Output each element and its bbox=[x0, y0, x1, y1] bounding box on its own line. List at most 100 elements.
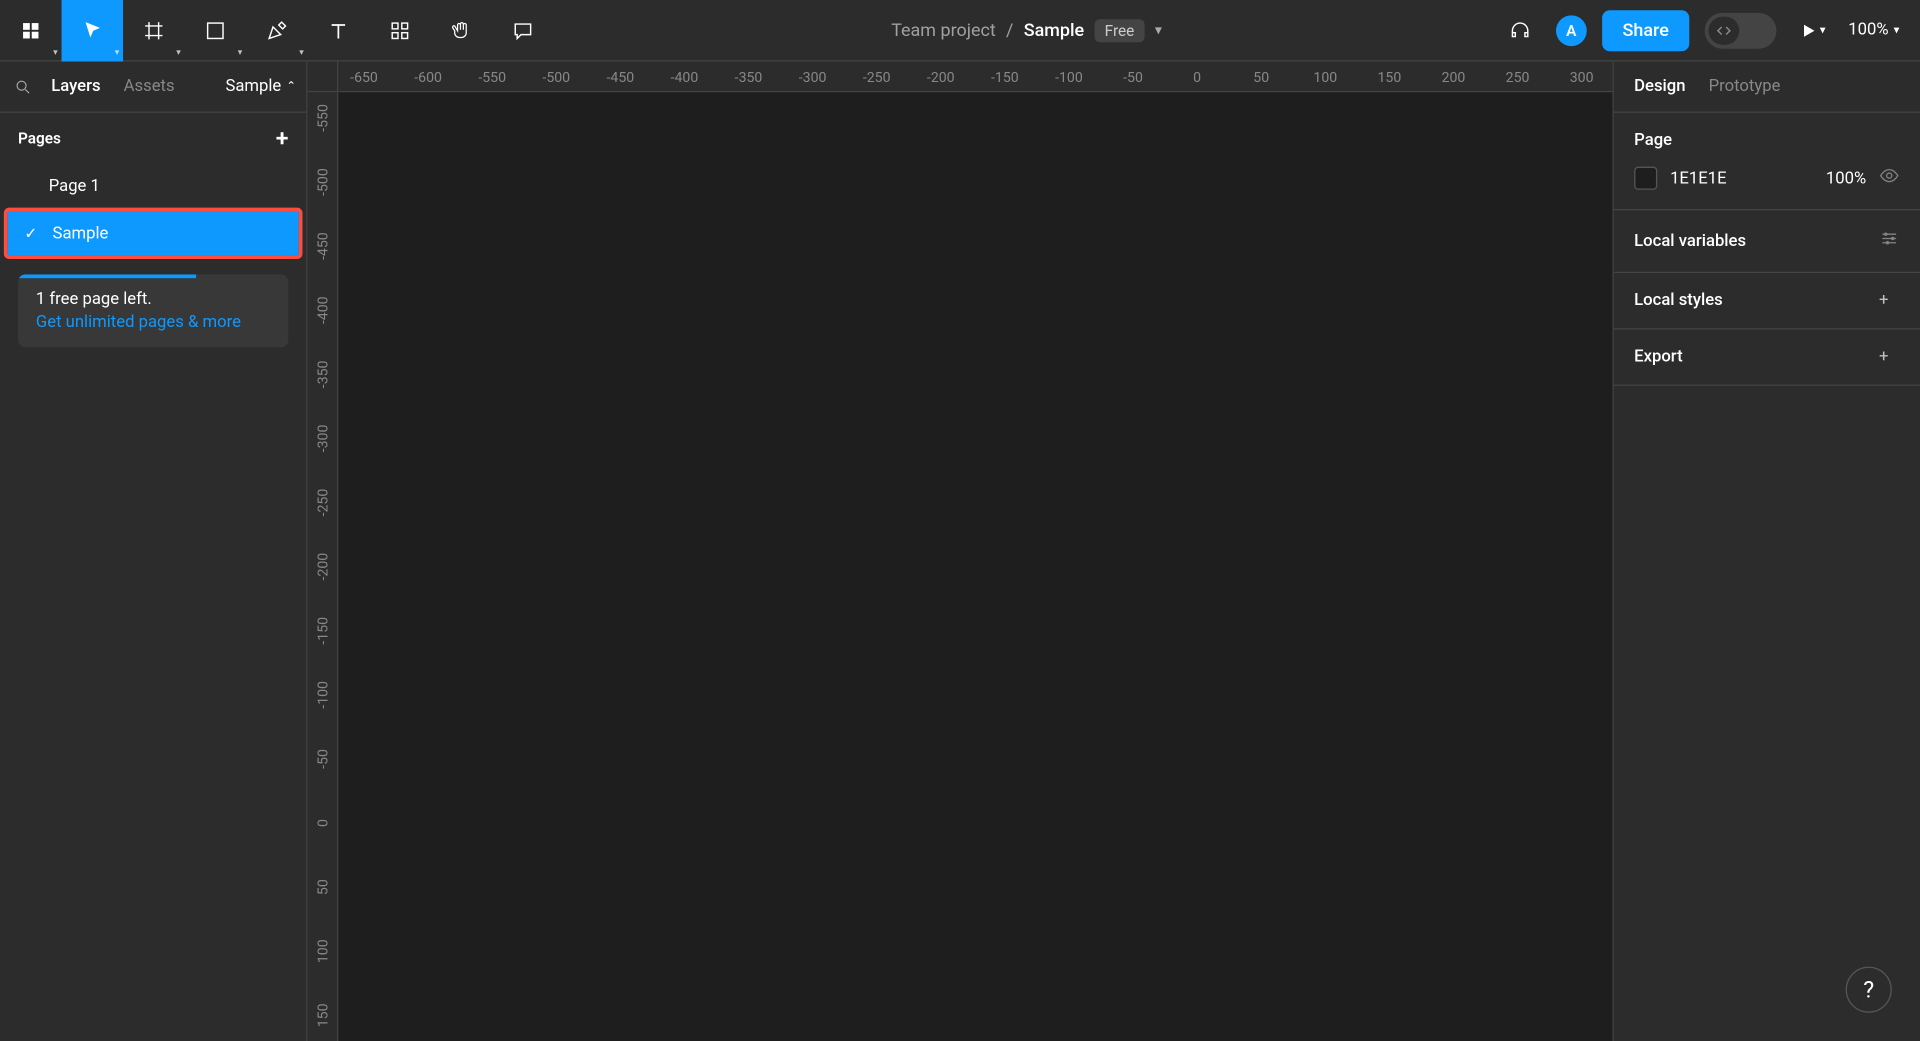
visibility-toggle[interactable] bbox=[1879, 165, 1900, 191]
ruler-tick: -400 bbox=[671, 69, 699, 86]
canvas[interactable] bbox=[338, 92, 1612, 1041]
play-icon bbox=[1799, 21, 1817, 39]
audio-button[interactable] bbox=[1499, 10, 1540, 51]
chevron-down-icon: ▾ bbox=[299, 47, 304, 57]
tab-layers[interactable]: Layers bbox=[44, 72, 109, 101]
comment-icon bbox=[511, 19, 534, 42]
page-item-label: Page 1 bbox=[49, 176, 100, 195]
ruler-tick: 300 bbox=[1570, 69, 1594, 86]
page-background-row: 1E1E1E 100% bbox=[1634, 165, 1899, 191]
page-item[interactable]: Page 1 bbox=[0, 164, 306, 208]
dev-mode-toggle[interactable] bbox=[1705, 12, 1777, 48]
canvas-area: -650 -600 -550 -500 -450 -400 -350 -300 -250 -200… bbox=[308, 62, 1613, 1041]
chevron-down-icon: ▾ bbox=[238, 47, 243, 57]
color-hex-input[interactable]: 1E1E1E bbox=[1670, 169, 1727, 188]
cursor-icon bbox=[81, 19, 104, 42]
tab-design[interactable]: Design bbox=[1634, 77, 1685, 96]
shape-tool-button[interactable]: ▾ bbox=[185, 0, 247, 61]
project-name[interactable]: Team project bbox=[891, 20, 996, 41]
add-page-button[interactable]: + bbox=[276, 125, 289, 152]
section-local-variables[interactable]: Local variables bbox=[1614, 210, 1920, 273]
code-icon bbox=[1715, 21, 1733, 39]
export-label: Export bbox=[1634, 347, 1682, 366]
ruler-tick: -100 bbox=[314, 681, 331, 709]
ruler-tick: -650 bbox=[350, 69, 378, 86]
plus-icon[interactable]: + bbox=[1879, 347, 1900, 366]
upsell-progress-bar bbox=[18, 274, 196, 278]
upsell-card[interactable]: 1 free page left. Get unlimited pages & … bbox=[18, 274, 288, 347]
text-icon bbox=[327, 19, 350, 42]
ruler-tick: -550 bbox=[478, 69, 506, 86]
move-tool-button[interactable]: ▾ bbox=[62, 0, 124, 61]
right-panel-tabs: Design Prototype bbox=[1614, 62, 1920, 113]
user-avatar[interactable]: A bbox=[1556, 15, 1587, 46]
section-page-label: Page bbox=[1634, 131, 1899, 150]
pages-header: Pages + bbox=[0, 113, 306, 164]
ruler-tick: -600 bbox=[414, 69, 442, 86]
pen-tool-button[interactable]: ▾ bbox=[246, 0, 308, 61]
sliders-icon[interactable] bbox=[1879, 228, 1900, 254]
section-page: Page 1E1E1E 100% bbox=[1614, 113, 1920, 210]
resources-button[interactable] bbox=[369, 0, 431, 61]
frame-tool-button[interactable]: ▾ bbox=[123, 0, 185, 61]
pen-icon bbox=[265, 19, 288, 42]
ruler-tick: -350 bbox=[735, 69, 763, 86]
main-menu-button[interactable]: ▾ bbox=[0, 0, 62, 61]
text-tool-button[interactable] bbox=[308, 0, 370, 61]
help-button[interactable]: ? bbox=[1846, 967, 1892, 1013]
present-button[interactable]: ▾ bbox=[1792, 10, 1833, 51]
hand-tool-button[interactable] bbox=[431, 0, 493, 61]
ruler-tick: -250 bbox=[314, 489, 331, 517]
ruler-vertical[interactable]: -550-500-450-400-350-300-250-200-150-100… bbox=[308, 92, 339, 1041]
ruler-tick: 250 bbox=[1506, 69, 1530, 86]
chevron-down-icon: ▾ bbox=[1894, 24, 1900, 37]
ruler-horizontal[interactable]: -650-600-550-500-450-400-350-300-250-200… bbox=[338, 62, 1612, 93]
chevron-down-icon: ▾ bbox=[1820, 24, 1826, 37]
chevron-down-icon[interactable]: ▾ bbox=[1155, 22, 1162, 39]
search-button[interactable] bbox=[10, 78, 36, 96]
ruler-tick: -500 bbox=[542, 69, 570, 86]
left-panel-tabs: Layers Assets Sample ⌃ bbox=[0, 62, 306, 113]
ruler-tick: 200 bbox=[1442, 69, 1466, 86]
rectangle-icon bbox=[204, 19, 227, 42]
plus-icon[interactable]: + bbox=[1879, 291, 1900, 310]
ruler-tick: 50 bbox=[1253, 69, 1269, 86]
ruler-tick: 150 bbox=[314, 1003, 331, 1027]
ruler-tick: -150 bbox=[314, 617, 331, 645]
ruler-corner bbox=[308, 62, 339, 93]
ruler-tick: 100 bbox=[314, 939, 331, 963]
page-item[interactable]: ✓ Sample bbox=[8, 212, 299, 256]
comment-tool-button[interactable] bbox=[492, 0, 554, 61]
upsell-link[interactable]: Get unlimited pages & more bbox=[36, 313, 271, 332]
page-dropdown-label: Sample bbox=[225, 77, 281, 96]
file-name[interactable]: Sample bbox=[1024, 20, 1084, 41]
toolbar-left: ▾ ▾ ▾ ▾ ▾ bbox=[0, 0, 554, 60]
ruler-tick: 150 bbox=[1377, 69, 1401, 86]
ruler-tick: -500 bbox=[314, 168, 331, 196]
upsell-line1: 1 free page left. bbox=[36, 290, 271, 309]
path-separator: / bbox=[1006, 20, 1013, 41]
color-swatch[interactable] bbox=[1634, 167, 1657, 190]
page-dropdown[interactable]: Sample ⌃ bbox=[225, 77, 296, 96]
ruler-tick: -300 bbox=[314, 425, 331, 453]
ruler-tick: 0 bbox=[1193, 69, 1201, 86]
ruler-tick: -100 bbox=[1055, 69, 1083, 86]
zoom-control[interactable]: 100% ▾ bbox=[1848, 21, 1899, 40]
ruler-tick: -200 bbox=[927, 69, 955, 86]
file-header: Team project / Sample Free ▾ bbox=[554, 19, 1500, 42]
chevron-up-icon: ⌃ bbox=[286, 80, 296, 93]
section-export[interactable]: Export + bbox=[1614, 329, 1920, 385]
tab-prototype[interactable]: Prototype bbox=[1709, 77, 1781, 96]
section-local-styles[interactable]: Local styles + bbox=[1614, 273, 1920, 329]
search-icon bbox=[14, 78, 32, 96]
ruler-tick: -450 bbox=[607, 69, 635, 86]
tab-assets[interactable]: Assets bbox=[116, 72, 182, 101]
color-opacity-input[interactable]: 100% bbox=[1826, 169, 1866, 188]
ruler-tick: -450 bbox=[314, 232, 331, 260]
share-button[interactable]: Share bbox=[1602, 10, 1689, 51]
zoom-value: 100% bbox=[1848, 21, 1888, 40]
ruler-tick: 100 bbox=[1313, 69, 1337, 86]
ruler-tick: 0 bbox=[314, 819, 331, 827]
resources-icon bbox=[388, 19, 411, 42]
plan-badge: Free bbox=[1094, 19, 1144, 42]
